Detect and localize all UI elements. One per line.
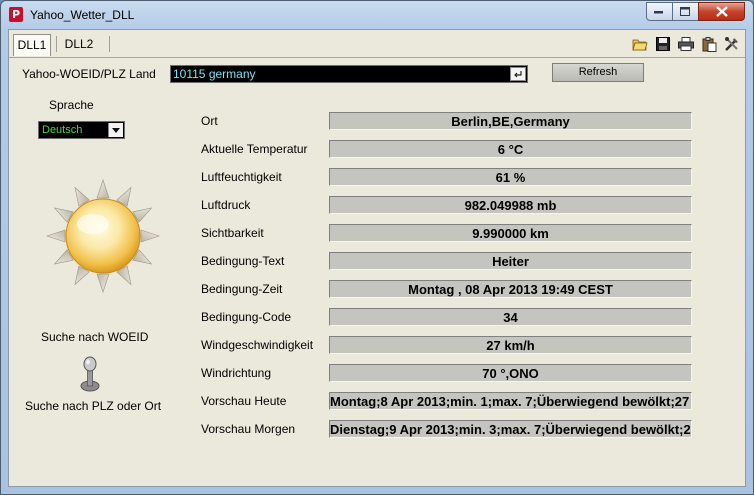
field-value-sichtbarkeit: 9.990000 km: [329, 224, 692, 242]
app-window: P Yahoo_Wetter_DLL DLL1 DLL2 Yahoo-WOEID…: [0, 0, 754, 495]
field-value-luftfeuchtigkeit: 61 %: [329, 168, 692, 186]
field-value-windrichtung: 70 °,ONO: [329, 364, 692, 382]
field-value-vorschau-heute: Montag;8 Apr 2013;min. 1;max. 7;Überwieg…: [329, 392, 692, 410]
close-button[interactable]: [698, 2, 745, 21]
weather-sun-icon: [46, 179, 160, 293]
field-label-windrichtung: Windrichtung: [201, 366, 272, 380]
field-label-bedingung-text: Bedingung-Text: [201, 254, 285, 268]
window-title: Yahoo_Wetter_DLL: [30, 8, 135, 22]
app-icon: P: [9, 7, 23, 22]
enter-key-icon[interactable]: [510, 67, 526, 81]
print-icon[interactable]: [678, 36, 694, 52]
maximize-icon: [680, 6, 690, 16]
search-mode-plz-label: Suche nach PLZ oder Ort: [25, 399, 162, 413]
field-label-bedingung-code: Bedingung-Code: [201, 310, 292, 324]
clipboard-icon[interactable]: [701, 36, 717, 52]
field-label-temperatur: Aktuelle Temperatur: [201, 142, 308, 156]
field-value-bedingung-text: Heiter: [329, 252, 692, 270]
language-selected-value: Deutsch: [42, 124, 83, 136]
client-area: DLL1 DLL2 Yahoo-WOEID/PLZ Land 10115 ger…: [8, 29, 746, 487]
open-folder-icon[interactable]: [632, 36, 648, 52]
woeid-input-label: Yahoo-WOEID/PLZ Land: [22, 67, 156, 81]
save-icon[interactable]: [655, 36, 671, 52]
minimize-button[interactable]: [646, 2, 673, 21]
tab-dll2[interactable]: DLL2: [61, 34, 97, 55]
field-value-windgeschwindigkeit: 27 km/h: [329, 336, 692, 354]
field-label-windgeschwindigkeit: Windgeschwindigkeit: [201, 338, 314, 352]
field-value-bedingung-zeit: Montag , 08 Apr 2013 19:49 CEST: [329, 280, 692, 298]
search-mode-woeid-label: Suche nach WOEID: [41, 330, 149, 344]
field-value-temperatur: 6 °C: [329, 140, 692, 158]
location-input[interactable]: [173, 66, 507, 82]
chevron-down-icon[interactable]: [108, 123, 123, 137]
search-mode-toggle[interactable]: [79, 356, 101, 392]
language-label: Sprache: [49, 98, 94, 112]
field-value-luftdruck: 982.049988 mb: [329, 196, 692, 214]
field-label-luftdruck: Luftdruck: [201, 198, 251, 212]
tools-icon[interactable]: [724, 36, 740, 52]
close-icon: [715, 6, 728, 17]
maximize-button[interactable]: [672, 2, 699, 21]
field-label-sichtbarkeit: Sichtbarkeit: [201, 226, 264, 240]
field-label-bedingung-zeit: Bedingung-Zeit: [201, 282, 283, 296]
field-value-bedingung-code: 34: [329, 308, 692, 326]
tab-divider: [56, 36, 57, 52]
field-label-vorschau-heute: Vorschau Heute: [201, 394, 287, 408]
refresh-button[interactable]: Refresh: [552, 63, 644, 82]
field-label-ort: Ort: [201, 114, 218, 128]
field-value-ort: Berlin,BE,Germany: [329, 112, 692, 130]
language-select[interactable]: Deutsch: [38, 121, 125, 139]
tab-dll1[interactable]: DLL1: [13, 34, 51, 56]
location-search-box[interactable]: [170, 65, 528, 83]
tab-divider: [109, 36, 110, 52]
tab-bar: DLL1 DLL2: [9, 30, 745, 58]
minimize-icon: [654, 10, 663, 13]
field-value-vorschau-morgen: Dienstag;9 Apr 2013;min. 3;max. 7;Überwi…: [329, 420, 692, 438]
field-label-vorschau-morgen: Vorschau Morgen: [201, 422, 296, 436]
title-bar[interactable]: P Yahoo_Wetter_DLL: [1, 1, 753, 29]
field-label-luftfeuchtigkeit: Luftfeuchtigkeit: [201, 170, 282, 184]
